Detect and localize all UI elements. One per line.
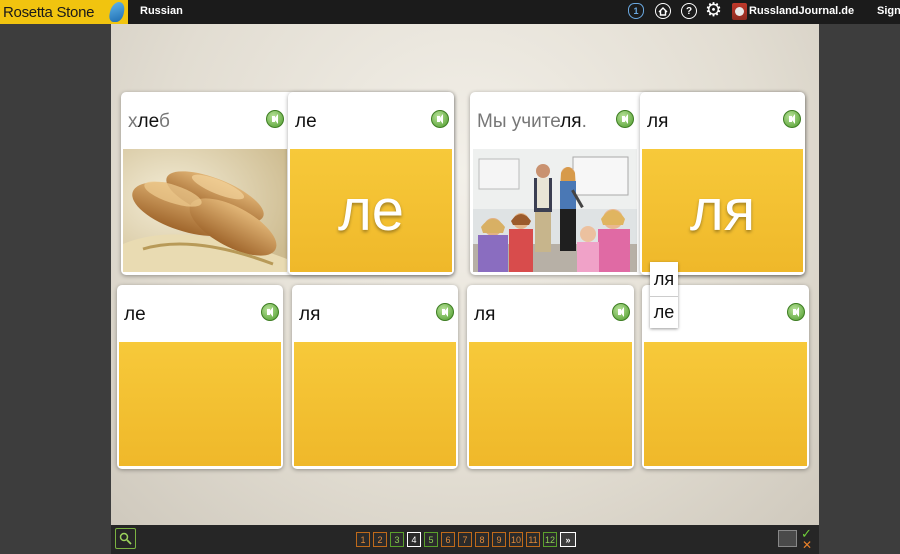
rosetta-stone-logo[interactable]: Rosetta Stone [0, 0, 128, 24]
bread-image [123, 149, 287, 272]
right-margin [819, 24, 900, 554]
page-button-10[interactable]: 10 [509, 532, 523, 547]
speaker-icon[interactable] [787, 303, 805, 321]
speaker-icon[interactable] [612, 303, 630, 321]
brand-name: Rosetta Stone [3, 3, 95, 21]
unit-shield-icon[interactable]: 1 [628, 3, 644, 19]
answer-tile-1[interactable] [119, 342, 281, 466]
page-button-5[interactable]: 5 [424, 532, 438, 547]
drag-tile-stack[interactable]: ля ле [650, 262, 678, 328]
page-button-6[interactable]: 6 [441, 532, 455, 547]
answer-card-3[interactable]: ля [467, 285, 634, 469]
signout-link[interactable]: Sign [877, 5, 900, 17]
page-button-7[interactable]: 7 [458, 532, 472, 547]
page-button-4[interactable]: 4 [407, 532, 421, 547]
gear-icon[interactable]: ⚙ [705, 1, 722, 21]
user-avatar[interactable] [732, 3, 747, 20]
page-button-2[interactable]: 2 [373, 532, 387, 547]
user-name[interactable]: RusslandJournal.de [749, 5, 854, 17]
lesson-stage: хлеб ле ле Мы учителя. ля ля ле ля ля [111, 24, 819, 525]
speaker-icon[interactable] [616, 110, 634, 128]
left-margin [0, 24, 111, 554]
top-bar: Rosetta Stone Russian 1 ? ⚙ RusslandJour… [0, 0, 900, 24]
help-icon[interactable]: ? [681, 3, 697, 19]
target-card-2: ля ля [640, 92, 805, 275]
answer-tile-3[interactable] [469, 342, 632, 466]
page-button-11[interactable]: 11 [526, 532, 540, 547]
answer-label-3: ля [474, 304, 496, 325]
drag-tile-1[interactable]: ля [650, 264, 678, 294]
page-button-9[interactable]: 9 [492, 532, 506, 547]
target-card-1: ле ле [288, 92, 454, 275]
prompt-word-1: хлеб [128, 111, 170, 132]
target-tile-2: ля [642, 149, 803, 272]
classroom-image [473, 149, 637, 272]
home-icon[interactable] [655, 3, 671, 19]
answer-card-2[interactable]: ля [292, 285, 458, 469]
next-page-button[interactable]: » [560, 532, 576, 547]
answer-label-2: ля [299, 304, 321, 325]
page-button-1[interactable]: 1 [356, 532, 370, 547]
answer-tile-2[interactable] [294, 342, 456, 466]
speaker-icon[interactable] [431, 110, 449, 128]
answer-tile-4[interactable] [644, 342, 807, 466]
magnifier-icon[interactable] [115, 528, 136, 549]
drag-tile-2[interactable]: ле [650, 296, 678, 327]
screen-pagination: 1 2 3 4 5 6 7 8 9 10 11 12» [356, 532, 576, 547]
notebook-icon[interactable] [778, 530, 797, 547]
course-name[interactable]: Russian [140, 5, 183, 17]
page-button-12[interactable]: 12 [543, 532, 557, 547]
bottom-bar: 1 2 3 4 5 6 7 8 9 10 11 12» ✓ ✕ [111, 525, 819, 554]
speaker-icon[interactable] [266, 110, 284, 128]
page-button-3[interactable]: 3 [390, 532, 404, 547]
target-label-2: ля [647, 111, 669, 132]
answer-label-1: ле [124, 304, 146, 325]
page-button-8[interactable]: 8 [475, 532, 489, 547]
target-label-1: ле [295, 111, 317, 132]
logo-mark-icon [107, 2, 127, 22]
target-tile-1: ле [290, 149, 452, 272]
speaker-icon[interactable] [261, 303, 279, 321]
answer-card-1[interactable]: ле [117, 285, 283, 469]
cross-icon: ✕ [802, 538, 813, 552]
speaker-icon[interactable] [783, 110, 801, 128]
prompt-word-2: Мы учителя. [477, 111, 587, 132]
speaker-icon[interactable] [436, 303, 454, 321]
